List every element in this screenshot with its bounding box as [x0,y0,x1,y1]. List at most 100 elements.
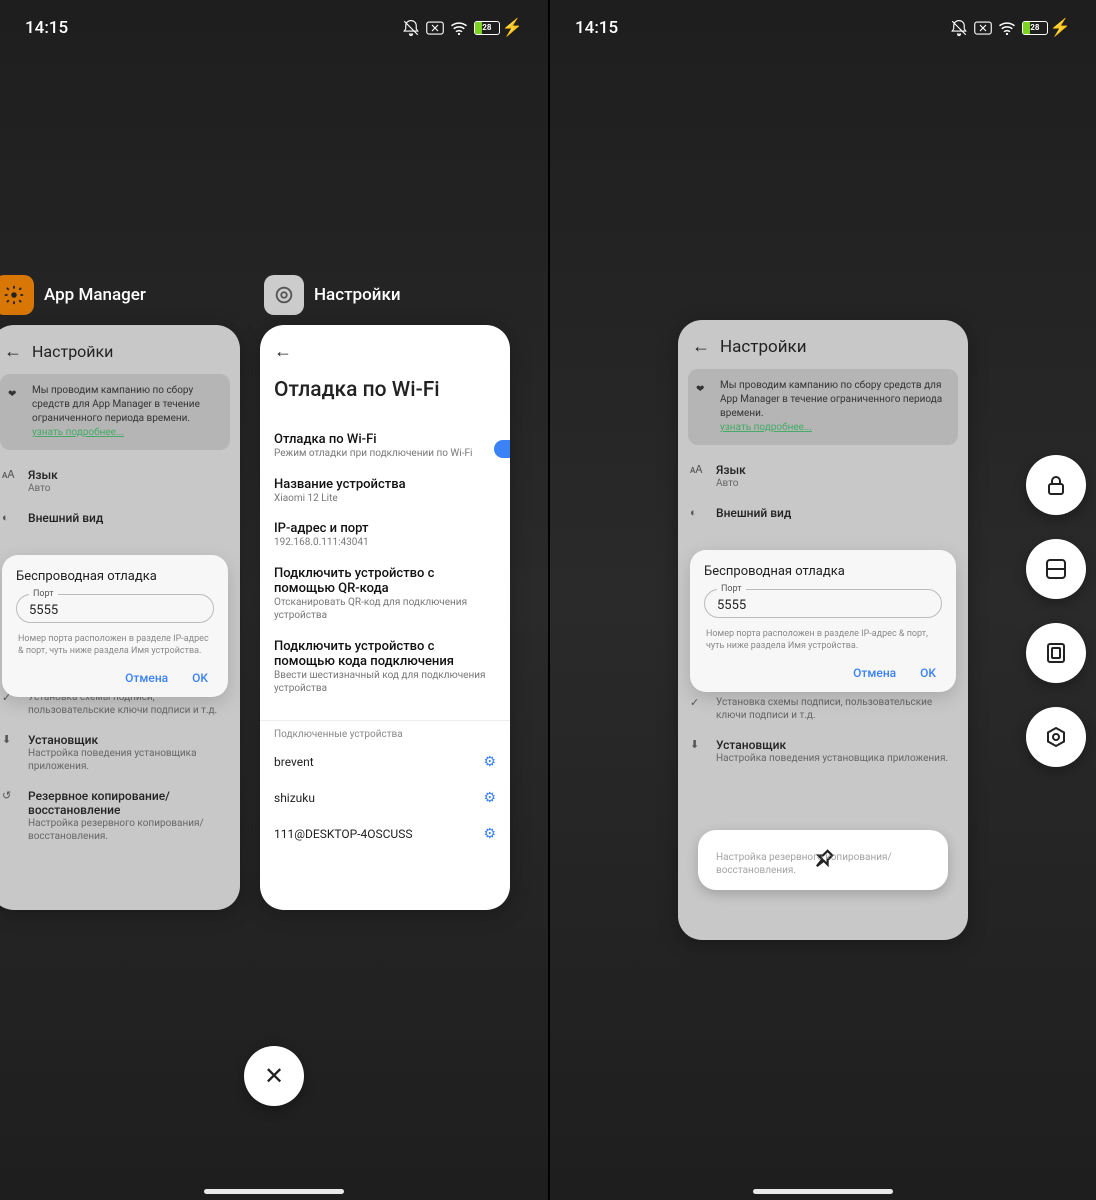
status-icons: 28 ⚡ [402,18,523,38]
row-title: Язык [716,463,956,477]
dialog-title: Беспроводная отладка [704,564,942,579]
clock: 14:15 [575,18,618,38]
ok-button[interactable]: OK [920,666,936,680]
field-label: Порт [29,589,58,599]
lock-task-button[interactable] [1026,455,1086,515]
back-icon[interactable]: ← [692,336,710,357]
screen-recents-multi: 14:15 28 ⚡ App Manager ← Настройки [0,0,548,1200]
recent-task-appmanager[interactable]: App Manager ← Настройки ❤ Мы проводим ка… [0,275,240,915]
gear-icon[interactable]: ⚙ [483,754,496,770]
recent-task-appmanager-focused[interactable]: ← Настройки ❤ Мы проводим кампанию по сб… [678,320,968,940]
banner-text: Мы проводим кампанию по сбору средств дл… [720,380,942,419]
pair-qr-row[interactable]: Подключить устройство с помощью QR-кодаО… [274,558,496,631]
appmanager-app-icon [0,275,34,315]
settings-task-button[interactable] [1026,707,1086,767]
heart-icon: ❤ [696,383,704,397]
device-name: brevent [274,755,314,769]
row-title: Подключить устройство с помощью QR-кода [274,566,496,596]
device-row[interactable]: brevent ⚙ [260,744,510,780]
setting-row-backup[interactable]: ↺ Резервное копирование/восстановлениеНа… [0,781,240,851]
device-name: 111@DESKTOP-4OSCUSS [274,827,412,841]
row-subtitle: Режим отладки при подключении по Wi-Fi [274,447,496,461]
setting-row-language[interactable]: 🗚 ЯзыкАвто [678,455,968,498]
battery-indicator: 28 ⚡ [474,18,523,38]
row-title: Язык [28,468,228,482]
fundraising-banner[interactable]: ❤ Мы проводим кампанию по сбору средств … [688,369,958,445]
wireless-debug-dialog: Беспроводная отладка Порт 5555 Номер пор… [690,550,956,692]
status-icons: 28 ⚡ [950,18,1071,38]
split-icon [1044,557,1068,581]
settings-app-icon [264,275,304,315]
page-title: Отладка по Wi-Fi [260,370,510,414]
row-subtitle: Настройка поведения установщика приложен… [716,752,956,765]
row-title: Резервное копирование/восстановление [28,789,228,817]
port-field[interactable]: Порт 5555 [16,594,214,623]
row-title: Подключить устройство с помощью кода под… [274,639,496,669]
history-icon: ↺ [2,789,18,802]
download-icon: ⬇ [690,738,706,751]
window-icon [1044,641,1068,665]
setting-row-installer[interactable]: ⬇ УстановщикНастройка поведения установщ… [0,725,240,781]
recent-task-settings[interactable]: Настройки ← Отладка по Wi-Fi Отладка по … [260,275,510,915]
back-icon[interactable]: ← [274,341,292,362]
settings-card[interactable]: ← Отладка по Wi-Fi Отладка по Wi-FiРежим… [260,325,510,910]
recent-task-label: App Manager [44,285,146,305]
device-row[interactable]: shizuku ⚙ [260,780,510,816]
translate-icon: 🗚 [690,463,706,477]
translate-icon: 🗚 [2,468,18,482]
row-subtitle: Настройка резервного копирования/восстан… [28,817,228,843]
field-label: Порт [717,584,746,594]
setting-row-appearance[interactable]: ◐ Внешний вид [0,503,240,533]
row-subtitle: Отсканировать QR-код для подключения уст… [274,596,496,623]
row-subtitle: Авто [28,482,228,495]
wifi-toggle-row[interactable]: Отладка по Wi-FiРежим отладки при подклю… [274,424,496,469]
setting-row-appearance[interactable]: ◐ Внешний вид [678,498,968,528]
home-indicator[interactable] [753,1189,893,1194]
fundraising-banner[interactable]: ❤ Мы проводим кампанию по сбору средств … [0,374,230,450]
back-icon[interactable]: ← [4,341,22,362]
banner-link[interactable]: узнать подробнее... [720,422,812,433]
appmanager-card[interactable]: ← Настройки ❤ Мы проводим кампанию по сб… [0,325,240,910]
banner-link[interactable]: узнать подробнее... [32,427,124,438]
hexagon-icon [1044,725,1068,749]
clock: 14:15 [25,18,68,38]
field-value[interactable]: 5555 [29,603,201,618]
row-value: 192.168.0.111:43041 [274,536,496,550]
field-value[interactable]: 5555 [717,598,929,613]
ip-port-row[interactable]: IP-адрес и порт192.168.0.111:43041 [274,513,496,558]
home-indicator[interactable] [204,1189,344,1194]
device-name: shizuku [274,791,315,805]
cancel-button[interactable]: Отмена [125,671,168,685]
device-row[interactable]: 111@DESKTOP-4OSCUSS ⚙ [260,816,510,852]
wifi-debug-toggle[interactable] [494,440,510,458]
setting-row-installer[interactable]: ⬇ УстановщикНастройка поведения установщ… [678,730,968,773]
row-value: Xiaomi 12 Lite [274,492,496,506]
download-icon: ⬇ [2,733,18,746]
wireless-debug-dialog: Беспроводная отладка Порт 5555 Номер пор… [2,555,228,697]
dialog-hint: Номер порта расположен в разделе IP-адре… [704,624,942,656]
floating-window-button[interactable] [1026,623,1086,683]
port-field[interactable]: Порт 5555 [704,589,942,618]
vibrate-icon [950,19,968,37]
ok-button[interactable]: OK [192,671,208,685]
clear-all-button[interactable]: ✕ [244,1046,304,1106]
gear-icon[interactable]: ⚙ [483,826,496,842]
setting-row-language[interactable]: 🗚 ЯзыкАвто [0,460,240,503]
row-title: Название устройства [274,477,496,492]
connected-devices-header: Подключенные устройства [260,720,510,744]
split-screen-button[interactable] [1026,539,1086,599]
row-title: Отладка по Wi-Fi [274,432,496,447]
dialog-title: Беспроводная отладка [16,569,214,584]
cancel-button[interactable]: Отмена [853,666,896,680]
row-title: IP-адрес и порт [274,521,496,536]
vibrate-icon [402,19,420,37]
device-name-row[interactable]: Название устройстваXiaomi 12 Lite [274,469,496,514]
screen-recents-single: 14:15 28 ⚡ ← Настройки ❤ Мы проводим кам… [548,0,1096,1200]
close-box-icon [974,21,992,35]
pair-code-row[interactable]: Подключить устройство с помощью кода под… [274,631,496,704]
lock-icon [1044,473,1068,497]
setting-row-sign[interactable]: ✓ Установка схемы подписи, пользовательс… [678,688,968,730]
banner-text: Мы проводим кампанию по сбору средств дл… [32,385,200,424]
gear-icon[interactable]: ⚙ [483,790,496,806]
palette-icon: ◐ [690,506,706,519]
